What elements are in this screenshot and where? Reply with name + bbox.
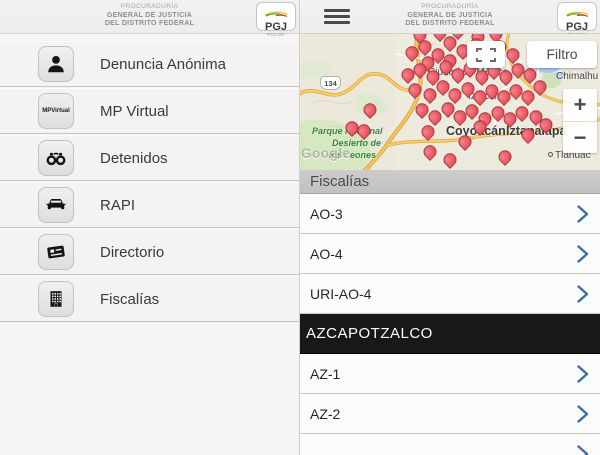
fiscalias-map[interactable]: 134 Ciudad de MéxicoChimalhuIztacalcoCoy… <box>300 34 600 170</box>
title-line-3: DEL DISTRITO FEDERAL <box>104 20 195 27</box>
list-item[interactable] <box>300 434 600 455</box>
menu-item-label: Denuncia Anónima <box>100 55 226 73</box>
main-menu: Denuncia Anónima MPVirtual MP Virtual Deten… <box>0 34 299 322</box>
logo-subtext: PGJ DF <box>267 32 285 37</box>
pgj-logo: PGJ PGJ DF <box>256 2 296 37</box>
list-group-header-azcapotzalco: AZCAPOTZALCO <box>300 314 600 354</box>
app-title: PROCURADURÍA GENERAL DE JUSTICIA DEL DIS… <box>0 3 299 29</box>
road-badge-134: 134 <box>320 76 341 90</box>
filter-button[interactable]: Filtro <box>527 41 597 68</box>
list-item-label: AO-3 <box>310 205 343 222</box>
zoom-in-button[interactable]: + <box>563 89 597 122</box>
app-title: PROCURADURÍA GENERAL DE JUSTICIA DEL DIS… <box>300 3 600 29</box>
list-item-label: AO-4 <box>310 245 343 262</box>
chevron-right-icon <box>576 364 590 384</box>
menu-item-fiscalias[interactable]: Fiscalías <box>0 276 299 322</box>
list-item-az-1[interactable]: AZ-1 <box>300 354 600 394</box>
app-screen: PROCURADURÍA GENERAL DE JUSTICIA DEL DIS… <box>0 0 600 455</box>
map-label-iztapalapa: Iztapalapa <box>506 124 567 138</box>
menu-item-label: Directorio <box>100 243 165 261</box>
handcuffs-icon <box>38 140 74 176</box>
chevron-right-icon <box>576 404 590 424</box>
directory-card-icon <box>38 234 74 270</box>
anonymous-person-icon <box>38 46 74 82</box>
right-header: PROCURADURÍA GENERAL DE JUSTICIA DEL DIS… <box>300 0 600 37</box>
list-item-label: AZ-2 <box>310 405 341 422</box>
pgj-logo: PGJ PGJ DF <box>557 2 597 37</box>
mp-virtual-icon: MPVirtual <box>38 93 74 129</box>
menu-item-detenidos[interactable]: Detenidos <box>0 135 299 181</box>
menu-panel: PROCURADURÍA GENERAL DE JUSTICIA DEL DIS… <box>0 0 300 455</box>
logo-swoosh-icon <box>264 11 288 17</box>
chevron-right-icon <box>576 244 590 264</box>
google-attribution: Google <box>301 146 351 161</box>
menu-item-label: MP Virtual <box>100 102 169 120</box>
list-item-ao-4[interactable]: AO-4 <box>300 234 600 274</box>
logo-text: PGJ <box>264 21 287 33</box>
fullscreen-button[interactable] <box>467 41 505 68</box>
title-line-1: PROCURADURÍA <box>421 3 479 10</box>
building-icon <box>38 281 74 317</box>
fiscalias-list: Fiscalías AO-3 AO-4 URI-AO-4 AZCAPOTZALCO AZ-… <box>300 170 600 455</box>
menu-item-rapi[interactable]: RAPI <box>0 182 299 228</box>
map-zoom-control: + − <box>563 89 597 153</box>
fiscalias-panel: PROCURADURÍA GENERAL DE JUSTICIA DEL DIS… <box>300 0 600 455</box>
car-icon <box>38 187 74 223</box>
title-line-2: GENERAL DE JUSTICIA <box>106 11 193 19</box>
chevron-right-icon <box>576 284 590 304</box>
menu-item-label: RAPI <box>100 196 136 214</box>
menu-item-label: Detenidos <box>100 149 168 167</box>
left-header: PROCURADURÍA GENERAL DE JUSTICIA DEL DIS… <box>0 0 299 37</box>
list-item-az-2[interactable]: AZ-2 <box>300 394 600 434</box>
chevron-right-icon <box>576 444 590 455</box>
logo-swoosh-icon <box>565 11 589 17</box>
fullscreen-icon <box>476 47 496 62</box>
menu-item-directorio[interactable]: Directorio <box>0 229 299 275</box>
menu-item-mp-virtual[interactable]: MPVirtual MP Virtual <box>0 88 299 134</box>
title-line-1: PROCURADURÍA <box>120 3 179 10</box>
map-label-chimalhu: Chimalhu <box>556 71 599 82</box>
title-line-2: GENERAL DE JUSTICIA <box>407 11 493 19</box>
chevron-right-icon <box>576 204 590 224</box>
menu-item-label: Fiscalías <box>100 290 160 308</box>
list-item-uri-ao-4[interactable]: URI-AO-4 <box>300 274 600 314</box>
list-item-label: AZ-1 <box>310 365 341 382</box>
list-section-header: Fiscalías <box>300 170 600 194</box>
menu-item-denuncia-anonima[interactable]: Denuncia Anónima <box>0 41 299 87</box>
list-item-ao-3[interactable]: AO-3 <box>300 194 600 234</box>
logo-text: PGJ <box>565 21 588 33</box>
title-line-3: DEL DISTRITO FEDERAL <box>405 20 495 27</box>
list-item-label: URI-AO-4 <box>310 285 372 302</box>
zoom-out-button[interactable]: − <box>563 122 597 154</box>
